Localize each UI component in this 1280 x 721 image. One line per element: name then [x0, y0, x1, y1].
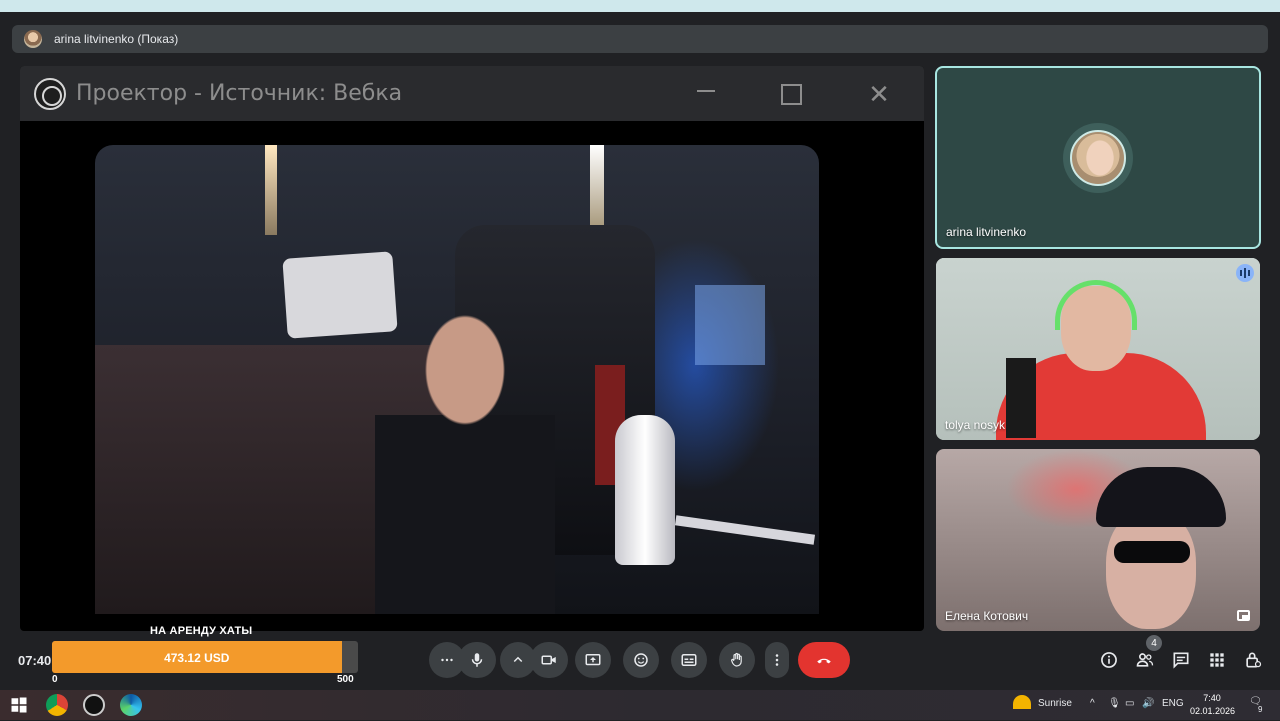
present-screen-icon [585, 654, 601, 666]
volume-icon[interactable]: 🔊 [1142, 698, 1154, 709]
presentation-bar: arina litvinenko (Показ) [12, 25, 1268, 53]
maximize-icon[interactable] [777, 80, 805, 108]
apps-grid-icon [1210, 653, 1224, 667]
chrome-icon[interactable] [46, 694, 68, 716]
more-actions-button[interactable] [765, 642, 789, 678]
streamer [375, 285, 555, 614]
donation-goal-amount: 473.12 USD [164, 651, 230, 665]
info-icon [1101, 652, 1117, 668]
chat-icon [1173, 652, 1189, 669]
taskbar-date: 02.01.2026 [1190, 706, 1236, 716]
participant-tile-elena[interactable]: Елена Котович [936, 449, 1260, 631]
obs-logo-icon [34, 77, 66, 110]
presentation-title: arina litvinenko (Показ) [54, 32, 179, 46]
windows-start-icon[interactable] [8, 694, 30, 716]
sunglasses [1114, 541, 1190, 563]
meeting-controls-bar: 07:40 НА АРЕНДУ ХАТЫ 473.12 USD 0 500 4 [0, 625, 1280, 690]
mic-icon [471, 653, 483, 667]
microphone [615, 415, 675, 565]
present-screen-button[interactable] [575, 642, 611, 678]
audio-level-icon [1236, 264, 1254, 282]
battery-icon[interactable]: ▭ [1125, 698, 1134, 709]
meeting-details-button[interactable] [1098, 649, 1120, 671]
camera-button[interactable] [530, 642, 568, 678]
meeting-clock: 07:40 [18, 653, 52, 668]
lock-person-icon [1246, 652, 1262, 668]
windows-taskbar: Sunrise ^ 🎙 ▭ 🔊 ENG 7:40 02.01.2026 🗨 9 [0, 690, 1280, 720]
participant-face [1106, 509, 1196, 629]
notifications-count: 9 [1258, 705, 1263, 714]
shelf [695, 285, 765, 365]
people-button[interactable] [1134, 649, 1156, 671]
minimize-icon[interactable] [692, 80, 720, 108]
chair [1006, 358, 1036, 438]
wall-lamp [265, 145, 277, 235]
taskbar-time: 7:40 [1203, 693, 1221, 703]
weather-label[interactable]: Sunrise [1038, 698, 1072, 709]
avatar [1070, 130, 1126, 186]
more-horizontal-icon [441, 658, 453, 662]
microphone-button[interactable] [458, 642, 496, 678]
wall-lamp [590, 145, 604, 235]
hang-up-icon [817, 658, 831, 664]
donation-goal-max: 500 [337, 674, 354, 685]
captions-button[interactable] [671, 642, 707, 678]
donation-goal-min: 0 [52, 674, 58, 685]
participant-name: Елена Котович [945, 609, 1029, 623]
edge-icon[interactable] [120, 694, 142, 716]
camera-icon [541, 655, 556, 665]
activities-button[interactable] [1206, 649, 1228, 671]
chat-button[interactable] [1170, 649, 1192, 671]
obs-taskbar-icon[interactable] [83, 694, 105, 716]
hand-icon [731, 652, 742, 667]
reactions-button[interactable] [623, 642, 659, 678]
emoji-icon [634, 653, 648, 667]
presenter-avatar [24, 30, 42, 48]
donation-goal-label: НА АРЕНДУ ХАТЫ [150, 625, 253, 637]
browser-tab-strip [0, 0, 1280, 12]
chevron-up-icon [513, 656, 523, 663]
obs-window-titlebar: Проектор - Источник: Вебка ✕ [20, 66, 924, 121]
mic-tray-icon[interactable]: 🎙 [1108, 698, 1121, 709]
participant-name: arina litvinenko [946, 225, 1027, 239]
obs-window-title: Проектор - Источник: Вебка [76, 81, 403, 106]
language-indicator[interactable]: ENG [1162, 698, 1184, 709]
chevron-up-icon[interactable]: ^ [1090, 698, 1095, 709]
leave-call-button[interactable] [798, 642, 850, 678]
captions-icon [681, 654, 697, 666]
webcam-feed [95, 145, 819, 614]
more-vertical-icon [775, 654, 779, 666]
raise-hand-button[interactable] [719, 642, 755, 678]
participant-name: tolya nosyk [945, 418, 1006, 432]
mic-arm [674, 515, 816, 545]
close-icon[interactable]: ✕ [865, 79, 893, 109]
host-controls-button[interactable] [1242, 649, 1264, 671]
people-icon [1136, 653, 1154, 667]
taskbar-clock[interactable]: 7:40 02.01.2026 [1190, 692, 1236, 718]
participant-tile-tolya[interactable]: tolya nosyk [936, 258, 1260, 440]
participant-tile-arina[interactable]: arina litvinenko [935, 66, 1261, 249]
shared-screen: Проектор - Источник: Вебка ✕ [20, 66, 924, 631]
weather-sun-icon [1013, 695, 1031, 709]
picture-in-picture-icon[interactable] [1237, 610, 1250, 621]
